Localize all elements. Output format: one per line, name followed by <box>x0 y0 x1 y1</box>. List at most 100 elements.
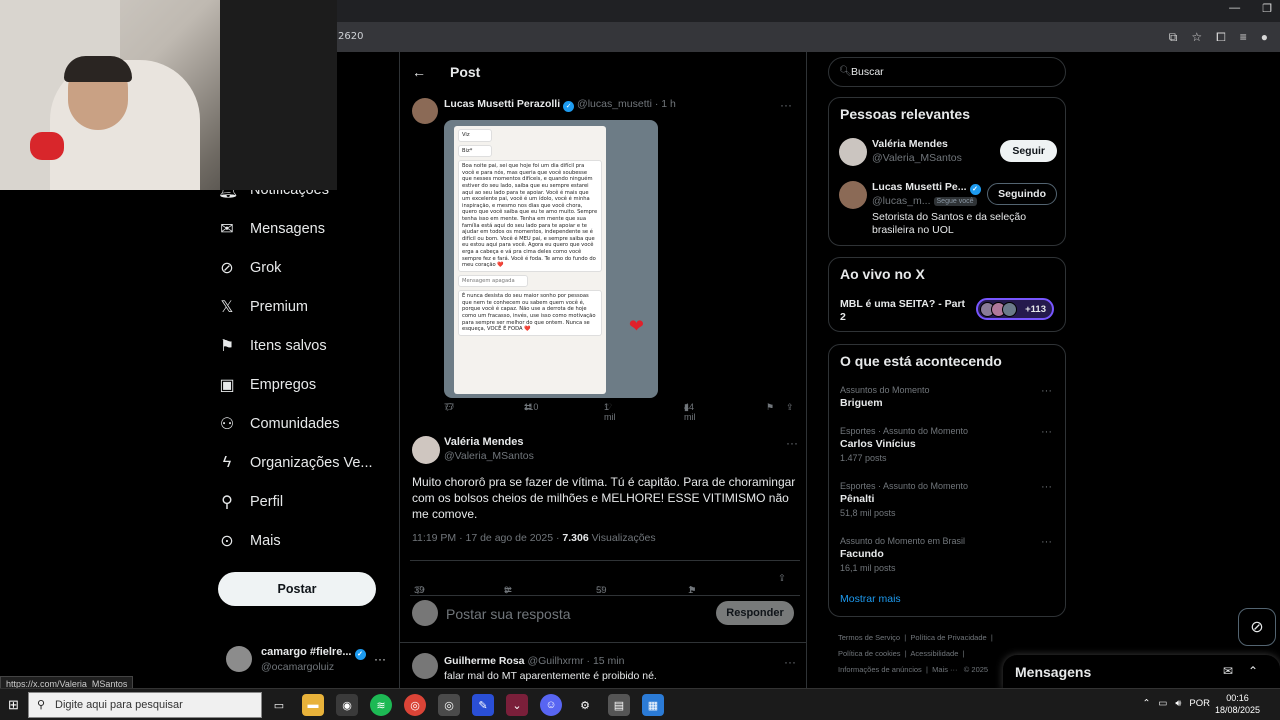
avatar[interactable] <box>412 98 438 124</box>
bookmark-icon: ⚑ <box>219 337 235 355</box>
accessibility-link[interactable]: Acessibilidade <box>910 649 958 658</box>
trend-name: Pênalti <box>840 493 875 505</box>
settings-icon[interactable]: ⚙ <box>574 694 596 716</box>
messages-drawer[interactable]: Mensagens ✉ ⌃ <box>1003 655 1280 690</box>
more-link[interactable]: Mais ··· <box>932 665 957 674</box>
chrome-icon[interactable]: ◎ <box>404 694 426 716</box>
more-icon[interactable]: ··· <box>1041 426 1052 438</box>
following-button[interactable]: Seguindo <box>987 183 1057 205</box>
language-indicator[interactable]: POR <box>1189 698 1210 709</box>
cookies-link[interactable]: Política de cookies <box>838 649 901 658</box>
bookmark-icon[interactable]: ⚑ <box>766 402 774 413</box>
volume-icon[interactable]: 🔊︎ <box>1175 698 1181 709</box>
nav-item-label: Mensagens <box>250 220 325 237</box>
author-handle[interactable]: @Valeria_MSantos <box>444 450 534 462</box>
restore-icon[interactable]: ❐ <box>1262 2 1272 15</box>
trend-item[interactable]: Assunto do Momento em Brasil Facundo 16,… <box>840 536 1058 573</box>
reply-composer: Postar sua resposta Responder <box>410 594 800 634</box>
person-handle: @Valeria_MSantos <box>872 152 962 164</box>
app-icon[interactable]: ▤ <box>608 694 630 716</box>
extensions-icon[interactable]: ⧠ <box>1216 30 1226 45</box>
person-row[interactable]: Valéria Mendes @Valeria_MSantos Seguir <box>839 138 1057 168</box>
nav-item-bookmark[interactable]: ⚑ Itens salvos <box>218 326 398 365</box>
reply-post[interactable]: Guilherme Rosa @Guilhxrmr · 15 min ··· f… <box>400 642 806 690</box>
follows-you-badge: Segue você <box>933 197 977 206</box>
nav-item-person[interactable]: ⚲ Perfil <box>218 482 398 521</box>
show-more-link[interactable]: Mostrar mais <box>840 593 901 605</box>
author-name[interactable]: Valéria Mendes <box>444 436 524 448</box>
account-switcher[interactable]: camargo #fielre... ✓ @ocamargoluiz ··· <box>226 644 396 676</box>
chrome-active-icon[interactable]: ◎ <box>438 694 460 716</box>
nav-item-more-circle[interactable]: ⊙ Mais <box>218 521 398 560</box>
expand-icon[interactable]: ⌃ <box>1248 664 1258 678</box>
nav-item-people[interactable]: ⚇ Comunidades <box>218 404 398 443</box>
heart-icon: ❤ <box>628 316 644 336</box>
live-listeners-badge[interactable]: +113 <box>976 298 1054 320</box>
post-image[interactable]: Viz Biz* Boa noite pai, sei que hoje foi… <box>444 120 658 398</box>
file-explorer-icon[interactable]: ▬ <box>302 694 324 716</box>
reply-input[interactable]: Postar sua resposta <box>446 606 571 622</box>
post-timestamp[interactable]: 11:19 PM · 17 de ago de 2025 · <box>412 532 562 544</box>
more-icon[interactable]: ··· <box>1041 481 1052 493</box>
chevron-up-icon[interactable]: ⌃ <box>1142 698 1150 709</box>
media-icon[interactable]: ≡ <box>1240 30 1247 45</box>
star-icon[interactable]: ☆ <box>1191 30 1202 45</box>
trend-item[interactable]: Esportes · Assunto do Momento Carlos Vin… <box>840 426 1058 463</box>
grok-icon[interactable]: ⊘ <box>1238 608 1276 646</box>
live-space-title[interactable]: MBL é uma SEITA? - Part 2 <box>840 298 970 324</box>
copyright: © 2025 <box>963 665 989 674</box>
person-name[interactable]: Valéria Mendes <box>872 138 948 150</box>
clock[interactable]: 00:16 18/08/2025 <box>1215 692 1260 716</box>
ads-link[interactable]: Informações de anúncios <box>838 665 922 674</box>
discord-icon[interactable]: ☺ <box>540 694 562 716</box>
more-icon[interactable]: ··· <box>786 436 798 450</box>
person-row[interactable]: Lucas Musetti Pe... ✓ @lucas_m... Segue vo… <box>839 181 1057 241</box>
search-input[interactable] <box>851 64 1051 80</box>
trend-item[interactable]: Assuntos do Momento Briguem ··· <box>840 385 1058 409</box>
nav-item-briefcase[interactable]: ▣ Empregos <box>218 365 398 404</box>
avatar[interactable] <box>412 436 440 464</box>
terms-link[interactable]: Termos de Serviço <box>838 633 900 642</box>
app-icon[interactable]: ▦ <box>642 694 664 716</box>
author-handle[interactable]: @lucas_musetti <box>577 98 652 110</box>
privacy-link[interactable]: Política de Privacidade <box>910 633 986 642</box>
more-icon[interactable]: ··· <box>1041 385 1052 397</box>
new-message-icon[interactable]: ✉ <box>1223 664 1233 678</box>
webcam-overlay <box>0 0 337 190</box>
more-icon[interactable]: ··· <box>780 98 792 112</box>
nav-item-grok[interactable]: ⊘ Grok <box>218 248 398 287</box>
url-text[interactable]: 2620 <box>338 31 363 42</box>
spotify-icon[interactable]: ≋ <box>370 694 392 716</box>
task-view-icon[interactable]: ▭ <box>268 694 290 716</box>
nav-item-lightning[interactable]: ϟ Organizações Ve... <box>218 443 398 482</box>
nav-item-label: Perfil <box>250 493 284 510</box>
share-icon[interactable]: ⇪ <box>778 573 786 584</box>
app-icon[interactable]: ✎ <box>472 694 494 716</box>
author-name[interactable]: Lucas Musetti Perazolli <box>444 98 560 110</box>
profile-icon[interactable]: ● <box>1261 30 1268 45</box>
author-handle[interactable]: @Guilhxrmr <box>527 655 583 667</box>
obs-icon[interactable]: ◉ <box>336 694 358 716</box>
nav-item-x-logo[interactable]: 𝕏 Premium <box>218 287 398 326</box>
app-icon[interactable]: ⌄ <box>506 694 528 716</box>
taskbar-search-input[interactable] <box>55 697 225 713</box>
install-icon[interactable]: ⧉ <box>1169 30 1178 45</box>
share-icon[interactable]: ⇪ <box>786 402 794 413</box>
avatar[interactable] <box>839 181 867 209</box>
nav-item-mail[interactable]: ✉ Mensagens <box>218 209 398 248</box>
person-name[interactable]: Lucas Musetti Pe... <box>872 181 967 193</box>
minimize-icon[interactable]: — <box>1229 2 1240 15</box>
back-arrow-icon[interactable]: ← <box>412 64 426 80</box>
author-name[interactable]: Guilherme Rosa <box>444 655 525 667</box>
avatar[interactable] <box>839 138 867 166</box>
more-icon[interactable]: ··· <box>374 652 386 666</box>
network-icon[interactable]: ▭ <box>1158 698 1167 709</box>
trend-item[interactable]: Esportes · Assunto do Momento Pênalti 51… <box>840 481 1058 518</box>
follow-button[interactable]: Seguir <box>1000 140 1057 162</box>
avatar[interactable] <box>412 653 438 679</box>
reply-button[interactable]: Responder <box>716 601 794 625</box>
more-icon[interactable]: ··· <box>1041 536 1052 548</box>
post-button[interactable]: Postar <box>218 572 376 606</box>
more-icon[interactable]: ··· <box>784 655 796 669</box>
windows-start-icon[interactable]: ⊞ <box>8 697 19 713</box>
